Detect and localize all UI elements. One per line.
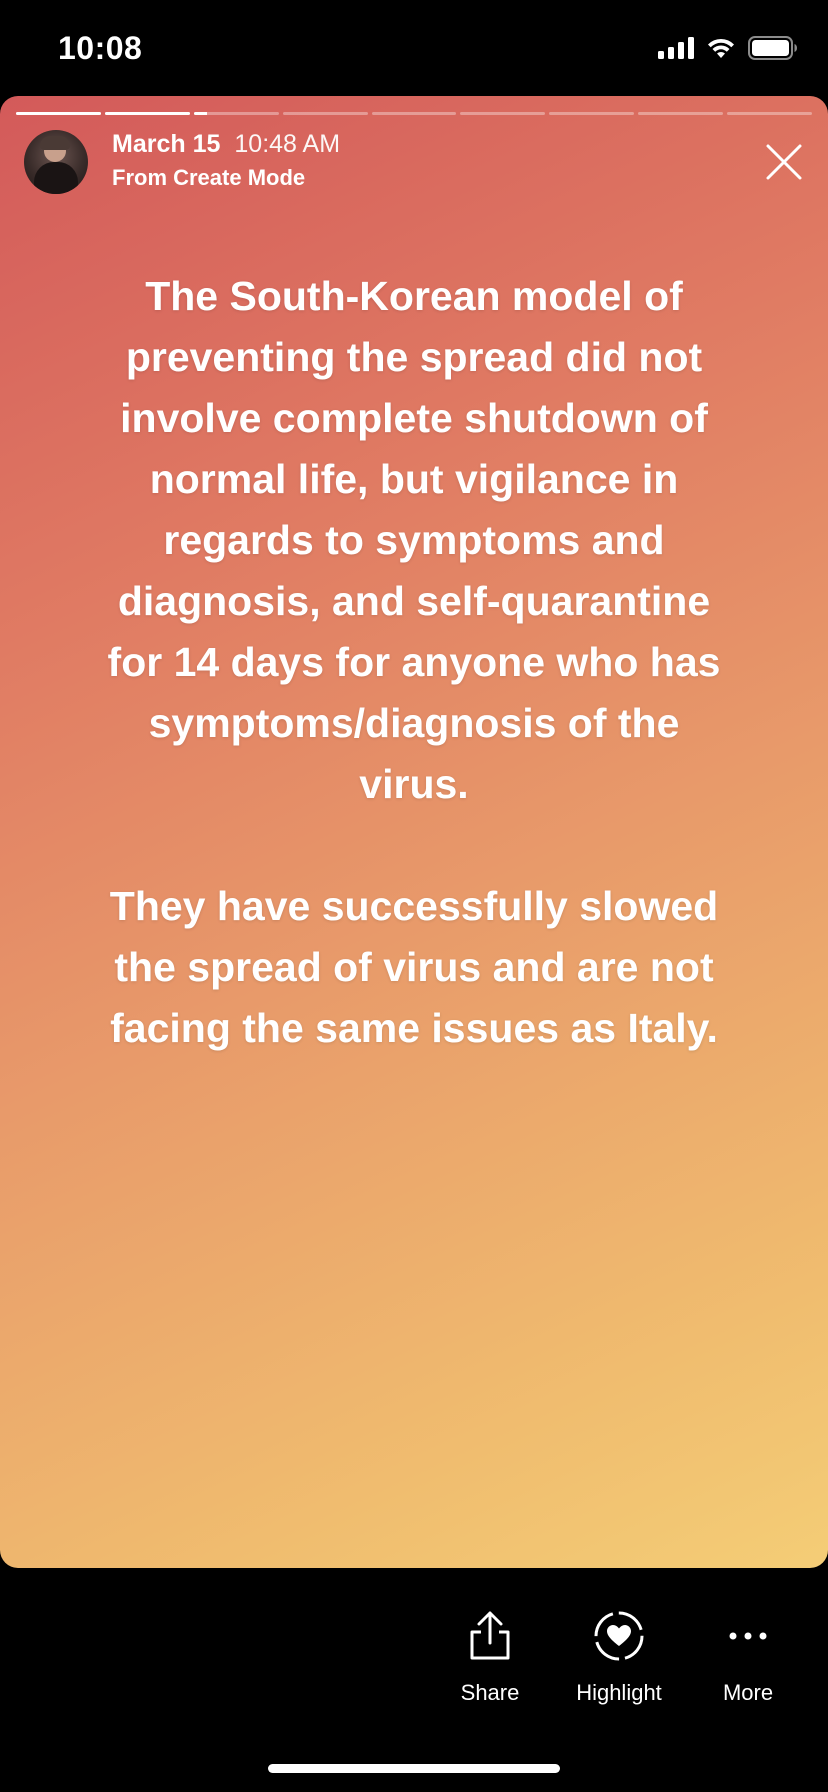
story-text: The South-Korean model of preventing the… bbox=[40, 266, 788, 1059]
home-indicator[interactable] bbox=[268, 1764, 560, 1773]
story-date: March 15 bbox=[112, 130, 221, 158]
wifi-icon bbox=[708, 38, 734, 58]
story-paragraph-2: They have successfully slowed the spread… bbox=[40, 876, 788, 1059]
progress-segment-2 bbox=[104, 112, 190, 115]
progress-segment-8 bbox=[638, 112, 724, 115]
story-paragraph-1: The South-Korean model of preventing the… bbox=[40, 266, 788, 815]
text-line: symptoms/diagnosis of the bbox=[148, 700, 680, 746]
story-toolbar: Share Highlight More bbox=[0, 1600, 828, 1720]
highlight-button[interactable]: Highlight bbox=[559, 1600, 679, 1706]
cellular-signal-icon bbox=[658, 37, 694, 59]
text-line: involve complete shutdown of bbox=[120, 395, 708, 441]
progress-segment-1 bbox=[16, 112, 101, 115]
share-button[interactable]: Share bbox=[430, 1600, 550, 1706]
progress-segment-6 bbox=[460, 112, 546, 115]
text-line: facing the same issues as Italy. bbox=[110, 1005, 718, 1051]
text-line: They have successfully slowed bbox=[109, 883, 719, 929]
story-meta: March 15 10:48 AM From Create Mode bbox=[112, 130, 340, 191]
more-dots-icon bbox=[729, 1632, 767, 1640]
progress-segment-4 bbox=[282, 112, 368, 115]
text-line: diagnosis, and self-quarantine bbox=[117, 578, 711, 624]
text-line: for 14 days for anyone who has bbox=[107, 639, 721, 685]
progress-segment-5 bbox=[371, 112, 457, 115]
battery-icon bbox=[748, 36, 797, 60]
avatar[interactable] bbox=[24, 130, 88, 194]
highlight-heart-icon bbox=[594, 1611, 644, 1661]
text-line: normal life, but vigilance in bbox=[149, 456, 679, 502]
story-header: March 15 10:48 AM From Create Mode bbox=[24, 130, 804, 200]
text-line: preventing the spread did not bbox=[125, 334, 703, 380]
more-label: More bbox=[722, 1680, 774, 1705]
status-icons bbox=[658, 36, 798, 60]
story-time: 10:48 AM bbox=[234, 130, 341, 158]
story-card[interactable]: March 15 10:48 AM From Create Mode The So… bbox=[0, 96, 828, 1568]
close-icon[interactable] bbox=[764, 142, 804, 182]
highlight-label: Highlight bbox=[576, 1680, 662, 1705]
text-line: regards to symptoms and bbox=[163, 517, 665, 563]
text-line: The South-Korean model of bbox=[145, 273, 683, 319]
text-line: virus. bbox=[359, 761, 469, 807]
progress-segment-9 bbox=[727, 112, 813, 115]
progress-segment-7 bbox=[549, 112, 635, 115]
share-label: Share bbox=[460, 1680, 520, 1705]
progress-segment-3 bbox=[193, 112, 279, 115]
story-progress-bar bbox=[16, 112, 813, 115]
share-icon bbox=[470, 1611, 510, 1660]
status-time: 10:08 bbox=[58, 30, 143, 66]
more-button[interactable]: More bbox=[688, 1600, 808, 1706]
story-source: From Create Mode bbox=[112, 165, 306, 190]
status-bar: 10:08 bbox=[0, 0, 828, 96]
text-line: the spread of virus and are not bbox=[114, 944, 714, 990]
